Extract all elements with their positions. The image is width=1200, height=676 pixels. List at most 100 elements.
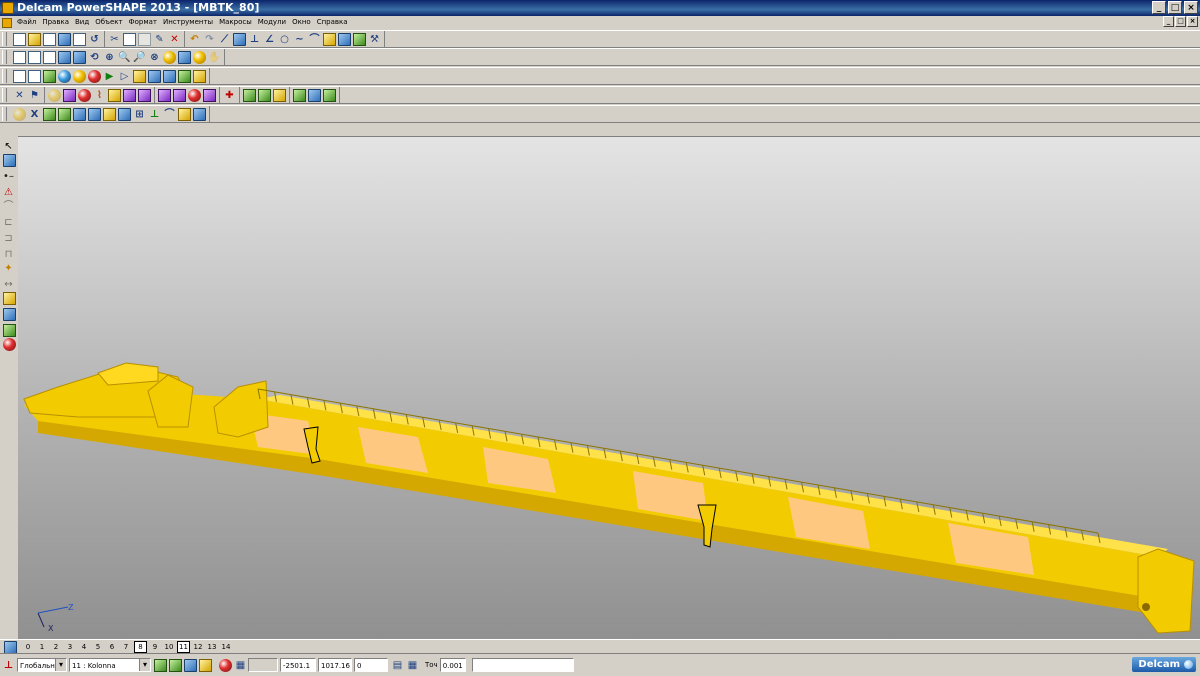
level-10[interactable]: 10: [162, 641, 176, 653]
assembly-icon[interactable]: [163, 69, 176, 83]
sphere-surface-icon[interactable]: [48, 88, 61, 102]
red-ball-icon[interactable]: [88, 69, 101, 83]
open-file-icon[interactable]: [28, 32, 41, 46]
intersect-icon[interactable]: X: [28, 108, 41, 121]
spline-icon[interactable]: [58, 107, 71, 121]
level-0[interactable]: 0: [21, 641, 35, 653]
delete-icon[interactable]: ✕: [168, 33, 181, 46]
extrude-icon[interactable]: [108, 88, 121, 102]
solid-chamfer-icon[interactable]: [258, 88, 271, 102]
torus-icon[interactable]: [78, 88, 91, 102]
menu-format[interactable]: Формат: [126, 16, 160, 29]
view-iso2-icon[interactable]: [73, 50, 86, 64]
check-curve-icon[interactable]: [193, 107, 206, 121]
curve-tool-icon[interactable]: ⊏: [2, 216, 15, 229]
level-8[interactable]: 8: [134, 641, 147, 653]
grid-snap-icon[interactable]: [219, 658, 232, 672]
tools-icon[interactable]: ⚒: [368, 33, 381, 46]
level-select[interactable]: 11 : Kolonna: [69, 658, 151, 672]
toolbar-grip[interactable]: [2, 107, 7, 121]
ball-icon[interactable]: [73, 69, 86, 83]
add-feature-icon[interactable]: ✚: [223, 89, 236, 102]
revolve-icon[interactable]: [123, 88, 136, 102]
app-icon[interactable]: [2, 2, 14, 14]
solid-icon[interactable]: [338, 32, 351, 46]
boolean-add-icon[interactable]: [188, 88, 201, 102]
assembly-tool-icon[interactable]: [3, 292, 16, 305]
level-4[interactable]: 4: [77, 641, 91, 653]
grid-icon[interactable]: ▦: [234, 659, 247, 672]
menu-object[interactable]: Объект: [92, 16, 125, 29]
library-icon[interactable]: [193, 69, 206, 83]
solid-tool-icon[interactable]: ⊓: [2, 248, 15, 261]
paste-icon[interactable]: [138, 32, 151, 46]
save-icon[interactable]: [58, 32, 71, 46]
clearance-icon[interactable]: [323, 88, 336, 102]
line-tool-icon[interactable]: •–: [2, 170, 15, 183]
box-icon[interactable]: [133, 69, 146, 83]
solid-cylinder-icon[interactable]: [173, 88, 186, 102]
menu-window[interactable]: Окно: [289, 16, 314, 29]
redo-icon[interactable]: ↷: [203, 33, 216, 46]
surface-tool-icon[interactable]: ⊐: [2, 232, 15, 245]
level-5[interactable]: 5: [91, 641, 105, 653]
circle-icon[interactable]: ○: [278, 33, 291, 46]
solid-box-icon[interactable]: [158, 88, 171, 102]
project-curve-icon[interactable]: [73, 107, 86, 121]
offset-curve-icon[interactable]: [103, 107, 116, 121]
calculator-icon[interactable]: ▦: [406, 659, 419, 672]
sweep-icon[interactable]: [138, 88, 151, 102]
level-13[interactable]: 13: [205, 641, 219, 653]
snap-2-icon[interactable]: [169, 658, 182, 672]
tolerance-field[interactable]: 0.001: [439, 658, 466, 672]
view-top-icon[interactable]: [28, 50, 41, 64]
maximize-button[interactable]: □: [1168, 1, 1182, 14]
edit-selection-icon[interactable]: ✎: [153, 33, 166, 46]
grid-field[interactable]: [248, 658, 278, 672]
angle-icon[interactable]: ∠: [263, 33, 276, 46]
pipe-icon[interactable]: ⌇: [93, 89, 106, 102]
menu-file[interactable]: Файл: [14, 16, 39, 29]
view-side-icon[interactable]: [43, 50, 56, 64]
shaded-view-icon[interactable]: [163, 50, 176, 64]
menu-macros[interactable]: Макросы: [216, 16, 255, 29]
blend-icon[interactable]: ⌒: [163, 108, 176, 121]
star-tool-icon[interactable]: ✦: [2, 262, 15, 275]
analysis-icon[interactable]: [293, 88, 306, 102]
axis-icon[interactable]: ⊥: [248, 33, 261, 46]
coord-table-icon[interactable]: ▤: [391, 659, 404, 672]
solid-shell-icon[interactable]: [273, 88, 286, 102]
surface-icon[interactable]: [323, 32, 336, 46]
arc-tool-icon[interactable]: ⌒: [2, 200, 15, 213]
level-14[interactable]: 14: [219, 641, 233, 653]
level-1[interactable]: 1: [35, 641, 49, 653]
shape-icon[interactable]: [58, 69, 71, 83]
undo-history-icon[interactable]: ↺: [88, 33, 101, 46]
copy-icon[interactable]: [123, 32, 136, 46]
zoom-icon[interactable]: ⊕: [103, 51, 116, 64]
print-icon[interactable]: [73, 32, 86, 46]
wrap-curve-icon[interactable]: [88, 107, 101, 121]
level-3[interactable]: 3: [63, 641, 77, 653]
rotate-view-icon[interactable]: ⟲: [88, 51, 101, 64]
zoom-fit-icon[interactable]: ⊗: [148, 51, 161, 64]
menu-tools[interactable]: Инструменты: [160, 16, 216, 29]
level-12[interactable]: 12: [191, 641, 205, 653]
curve-icon[interactable]: ∼: [293, 33, 306, 46]
quick-select-icon[interactable]: [3, 154, 16, 167]
toolbar-grip[interactable]: [2, 50, 7, 64]
view-iso-icon[interactable]: [58, 50, 71, 64]
cube-surface-icon[interactable]: [63, 88, 76, 102]
pan-icon[interactable]: ✋: [208, 51, 221, 64]
feature-tool-icon[interactable]: [3, 338, 16, 351]
curve-fillet-icon[interactable]: [118, 107, 131, 121]
level-9[interactable]: 9: [148, 641, 162, 653]
cut-icon[interactable]: ✂: [108, 33, 121, 46]
menu-view[interactable]: Вид: [72, 16, 92, 29]
graphics-viewport[interactable]: Z X: [18, 136, 1200, 640]
menu-modules[interactable]: Модули: [255, 16, 289, 29]
select-arrow-icon[interactable]: ↖: [2, 140, 15, 153]
menu-edit[interactable]: Правка: [39, 16, 72, 29]
snap-3-icon[interactable]: [184, 658, 197, 672]
arrow-right-icon[interactable]: ▶: [103, 70, 116, 83]
